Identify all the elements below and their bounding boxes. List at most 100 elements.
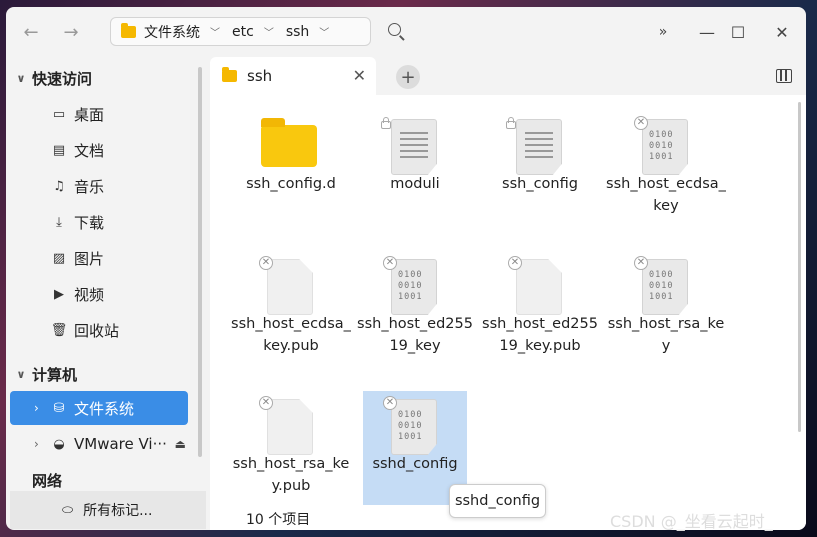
sidebar-item-pictures[interactable]: ▨ 图片 <box>10 241 188 275</box>
search-icon <box>388 23 401 36</box>
sidebar-item-desktop[interactable]: ▭ 桌面 <box>10 97 188 131</box>
eject-icon[interactable]: ⏏ <box>175 437 186 451</box>
drive-icon: ⛁ <box>53 400 65 416</box>
status-item-count: 10 个项目 <box>246 512 311 528</box>
file-item[interactable]: ✕ ssh_host_rsa_key.pub <box>233 391 349 505</box>
sidebar-item-filesystem[interactable]: › ⛁ 文件系统 <box>10 391 188 425</box>
breadcrumb-label: ssh <box>285 23 310 40</box>
sidebar-item-label: 视频 <box>74 285 105 304</box>
file-item[interactable]: ssh_config.d <box>239 111 343 225</box>
no-access-icon: ✕ <box>383 396 397 410</box>
titlebar: ← → 文件系统 ﹀ etc ﹀ ssh ﹀ » — ☐ ✕ <box>6 7 806 57</box>
sidebar-section-quick-access[interactable]: ∨ 快速访问 <box>6 61 92 95</box>
file-view-scrollbar[interactable] <box>798 102 801 432</box>
file-name: moduli <box>390 176 440 192</box>
file-view: ssh ✕ + ssh_config.d moduli ssh_config 0… <box>210 57 806 530</box>
sidebar-item-label: 文件系统 <box>74 399 135 418</box>
sidebar-item-videos[interactable]: ▶ 视频 <box>10 277 188 311</box>
sidebar-item-label: 所有标记... <box>83 503 153 519</box>
sidebar-item-trash[interactable]: 🗑 回收站 <box>10 313 188 347</box>
add-tab-button[interactable]: + <box>396 65 420 89</box>
watermark: CSDN @_坐看云起时_ <box>610 512 773 531</box>
section-label: 网络 <box>32 471 63 490</box>
no-access-icon: ✕ <box>259 396 273 410</box>
chevron-down-icon[interactable]: ﹀ <box>258 24 282 39</box>
file-item[interactable]: 0100 0010 1001 ✕ ssh_host_ecdsa_key <box>606 111 726 225</box>
file-item[interactable]: ssh_config <box>488 111 592 225</box>
sidebar-item-label: 下载 <box>74 213 105 232</box>
file-name: ssh_host_ecdsa_key.pub <box>231 316 351 354</box>
trash-icon: 🗑 <box>50 322 68 338</box>
sidebar-item-documents[interactable]: ▤ 文档 <box>10 133 188 167</box>
optical-drive-icon: ◒ <box>53 436 65 452</box>
back-button[interactable]: ← <box>18 19 44 45</box>
no-access-icon: ✕ <box>508 256 522 270</box>
sidebar-item-all-tags[interactable]: ⬭ 所有标记... <box>10 491 206 529</box>
binary-file-icon: 0100 0010 1001 <box>391 259 437 315</box>
search-button[interactable] <box>386 21 406 41</box>
file-name: ssh_host_ed25519_key.pub <box>482 316 598 354</box>
sidebar-item-label: VMware Vi··· <box>74 435 167 453</box>
maximize-button[interactable]: ☐ <box>727 21 749 43</box>
file-name: ssh_host_ed25519_key <box>357 316 473 354</box>
file-item[interactable]: ✕ ssh_host_ecdsa_key.pub <box>231 251 351 365</box>
breadcrumb-label: etc <box>232 23 254 40</box>
tag-icon: ⬭ <box>62 502 74 518</box>
file-icon <box>267 259 313 315</box>
sidebar-item-label: 图片 <box>74 249 105 268</box>
file-item[interactable]: moduli <box>363 111 467 225</box>
breadcrumb: 文件系统 ﹀ etc ﹀ ssh ﹀ <box>110 17 371 46</box>
forward-button[interactable]: → <box>58 19 84 45</box>
binary-file-icon: 0100 0010 1001 <box>642 119 688 175</box>
text-file-icon <box>391 119 437 175</box>
file-item[interactable]: ✕ ssh_host_ed25519_key.pub <box>482 251 598 365</box>
file-icon <box>516 259 562 315</box>
chevron-right-icon[interactable]: › <box>34 437 39 451</box>
file-icon <box>267 399 313 455</box>
close-icon[interactable]: ✕ <box>353 66 366 85</box>
breadcrumb-etc[interactable]: etc ﹀ <box>228 18 282 45</box>
minimize-button[interactable]: — <box>696 21 718 43</box>
desktop-icon: ▭ <box>52 106 66 122</box>
chevron-down-icon[interactable]: ﹀ <box>204 24 228 39</box>
file-name: ssh_host_ecdsa_key <box>606 176 726 214</box>
music-icon: ♫ <box>53 178 65 194</box>
folder-icon <box>222 67 237 82</box>
no-access-icon: ✕ <box>634 256 648 270</box>
view-mode-icon[interactable] <box>776 69 792 83</box>
sidebar-item-label: 音乐 <box>74 177 105 196</box>
breadcrumb-ssh[interactable]: ssh ﹀ <box>282 18 337 45</box>
tab-bar: ssh ✕ + <box>210 57 806 95</box>
file-name: ssh_config <box>502 176 578 192</box>
filename-tooltip: sshd_config <box>449 484 546 518</box>
no-access-icon: ✕ <box>634 116 648 130</box>
chevron-down-icon: ∨ <box>16 71 26 85</box>
sidebar-section-computer[interactable]: ∨ 计算机 <box>6 357 77 391</box>
lock-icon <box>379 116 393 130</box>
sidebar-item-vmware[interactable]: › ◒ VMware Vi··· ⏏ <box>10 427 188 461</box>
tab-label: ssh <box>247 67 273 85</box>
file-item[interactable]: 0100 0010 1001 ✕ ssh_host_ed25519_key <box>357 251 473 365</box>
sidebar-scrollbar[interactable] <box>198 67 202 457</box>
breadcrumb-label: 文件系统 <box>144 24 200 41</box>
chevron-down-icon: ∨ <box>16 367 26 381</box>
file-manager-window: ← → 文件系统 ﹀ etc ﹀ ssh ﹀ » — ☐ ✕ ∨ 快速访问 ▭ … <box>6 7 806 530</box>
tab-ssh[interactable]: ssh ✕ <box>210 57 376 95</box>
sidebar-item-label: 回收站 <box>74 321 120 340</box>
text-file-icon <box>516 119 562 175</box>
file-name: ssh_config.d <box>246 176 336 192</box>
sidebar-item-music[interactable]: ♫ 音乐 <box>10 169 188 203</box>
video-icon: ▶ <box>54 286 64 302</box>
sidebar-item-label: 桌面 <box>74 105 105 124</box>
more-button[interactable]: » <box>652 21 674 43</box>
file-name: ssh_host_rsa_key.pub <box>232 456 350 494</box>
chevron-down-icon[interactable]: ﹀ <box>313 24 337 39</box>
binary-file-icon: 0100 0010 1001 <box>642 259 688 315</box>
sidebar-item-downloads[interactable]: ⤓ 下载 <box>10 205 188 239</box>
file-item[interactable]: 0100 0010 1001 ✕ ssh_host_rsa_key <box>608 251 724 365</box>
breadcrumb-filesystem[interactable]: 文件系统 ﹀ <box>111 18 228 45</box>
sidebar: ∨ 快速访问 ▭ 桌面 ▤ 文档 ♫ 音乐 ⤓ 下载 ▨ 图片 ▶ 视频 🗑 回收站 ∨ 计算… <box>6 57 206 530</box>
chevron-right-icon[interactable]: › <box>34 401 39 415</box>
folder-icon <box>121 22 136 38</box>
close-button[interactable]: ✕ <box>771 21 793 43</box>
